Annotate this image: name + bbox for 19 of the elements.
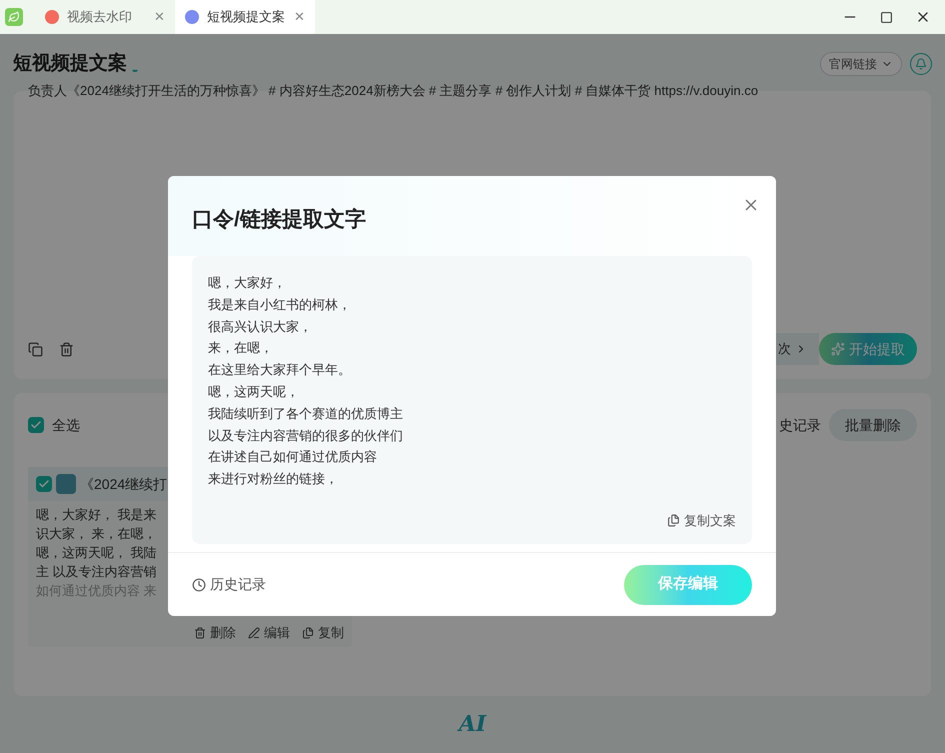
transcript-line: 在讲述自己如何通过优质内容	[208, 448, 378, 466]
tab-label: 短视频提文案	[207, 8, 286, 26]
transcript-line: 我陆续听到了各个赛道的优质博主	[208, 404, 404, 423]
transcript-line: 以及专注内容营销的很多的伙伴们	[208, 426, 404, 445]
transcript-line: 嗯，这两天呢， 我陆	[36, 544, 157, 562]
transcript-line: 来，在嗯，	[208, 339, 274, 358]
transcript-line: 我是来自小红书的柯林，	[208, 296, 352, 314]
transcript-line: 识大家， 来，在嗯，	[36, 525, 157, 543]
transcript-line: 主 以及专注内容营销	[36, 563, 157, 581]
transcript-line: 嗯，大家好， 我是来	[36, 506, 157, 524]
transcript-line: 来进行对粉丝的链接，	[208, 470, 339, 488]
transcript-line: 在这里给大家拜个早年。	[208, 361, 352, 380]
page-title: 短视频提文案	[13, 51, 127, 76]
transcript-line: 很高兴认识大家，	[208, 318, 313, 336]
transcript-line: 嗯，大家好，	[208, 274, 287, 292]
ai-logo: AI	[458, 710, 486, 739]
transcript-line: 嗯，这两天呢，	[208, 382, 300, 401]
tab-label: 视频去水印	[67, 8, 133, 26]
modal-title: 口令/链接提取文字	[192, 206, 366, 233]
